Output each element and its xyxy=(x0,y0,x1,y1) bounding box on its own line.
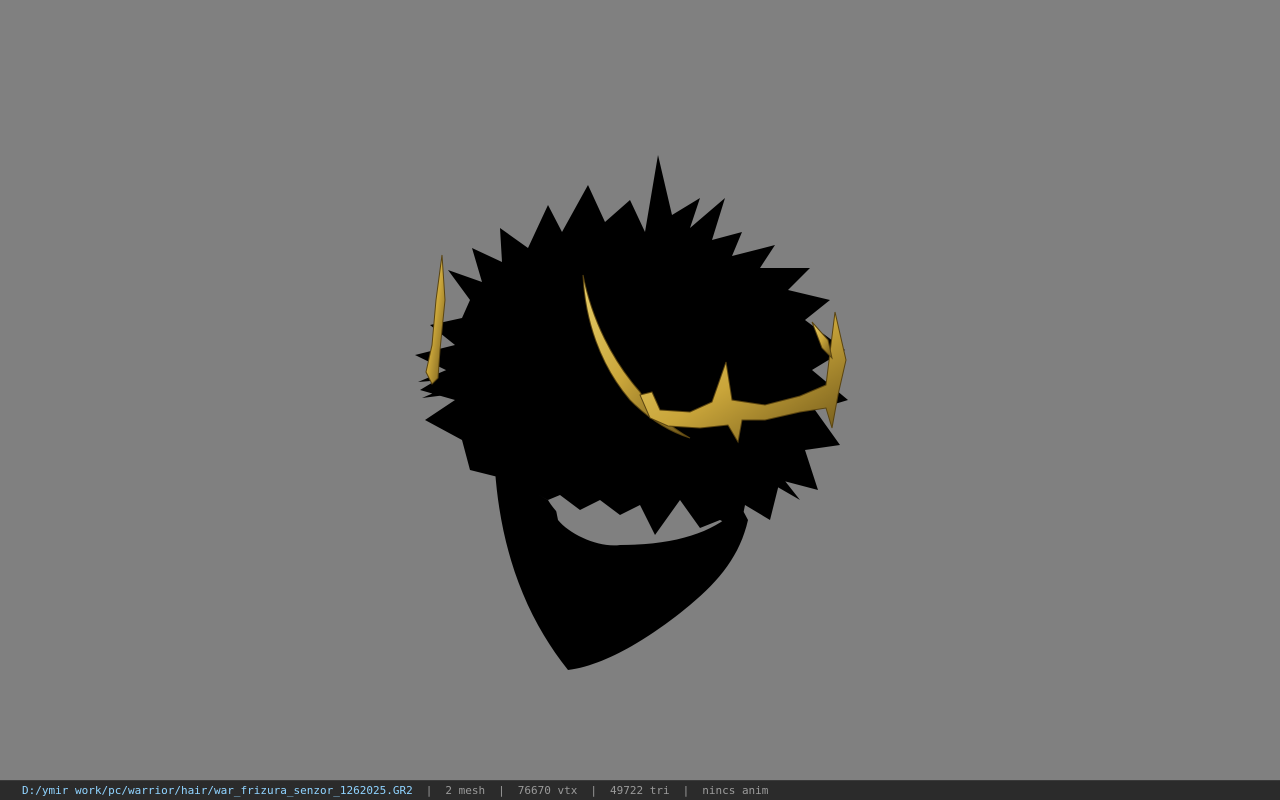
status-vertex-count: 76670 vtx xyxy=(517,784,578,797)
status-animation: nincs anim xyxy=(702,784,769,797)
model-preview[interactable] xyxy=(0,0,1280,780)
status-separator: | xyxy=(682,784,690,797)
status-mesh-count: 2 mesh xyxy=(445,784,486,797)
status-separator: | xyxy=(425,784,433,797)
status-separator: | xyxy=(498,784,505,797)
status-separator: | xyxy=(590,784,597,797)
status-bar: D:/ymir work/pc/warrior/hair/war_frizura… xyxy=(0,780,1280,800)
status-triangle-count: 49722 tri xyxy=(609,784,670,797)
status-file-path: D:/ymir work/pc/warrior/hair/war_frizura… xyxy=(22,784,413,797)
3d-viewport[interactable] xyxy=(0,0,1280,780)
hair-top-spikes xyxy=(415,155,848,535)
